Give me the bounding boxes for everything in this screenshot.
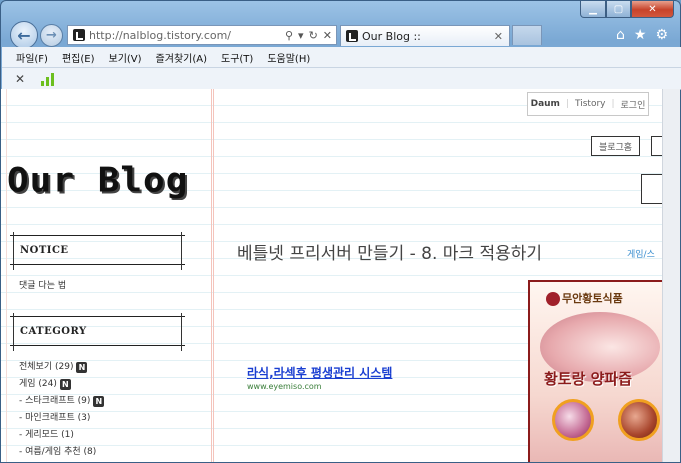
tistory-link[interactable]: Tistory (575, 99, 605, 109)
top-links-box: Daum | Tistory | 로그인 (527, 92, 649, 116)
menu-help[interactable]: 도움말(H) (267, 50, 310, 65)
ad-banner-slogan: 황토랑 양파즙 (544, 370, 633, 388)
menu-file[interactable]: 파일(F) (16, 50, 48, 65)
minimize-button[interactable]: ▁ (580, 1, 606, 18)
close-toolbar-icon[interactable]: ✕ (15, 72, 25, 86)
new-tab-button[interactable] (512, 25, 542, 45)
dropdown-icon[interactable]: ▾ (298, 29, 304, 42)
blog-title[interactable]: Our Blog (7, 161, 188, 200)
maximize-button[interactable]: ▢ (606, 1, 631, 18)
blog-home-label: 블로그홈 (598, 142, 633, 153)
tab-our-blog[interactable]: Our Blog :: ✕ (340, 25, 510, 46)
sidebar-box-partial (641, 174, 662, 204)
ad-link[interactable]: 라식,라섹후 평생관리 시스템 (247, 364, 392, 381)
back-button[interactable]: ← (10, 21, 38, 49)
onion-slice-icon (552, 399, 594, 441)
signal-strength-icon[interactable] (41, 72, 55, 86)
stop-icon[interactable]: ✕ (323, 29, 332, 42)
tistory-favicon-icon (346, 30, 358, 42)
post-category-link[interactable]: 게임/스 (627, 247, 655, 260)
menu-tools[interactable]: 도구(T) (221, 50, 253, 65)
blog-home-button[interactable]: 블로그홈 (591, 136, 640, 156)
browser-tools: ⌂ ★ ⚙ (616, 27, 668, 43)
vertical-scrollbar[interactable] (662, 89, 680, 462)
menu-edit[interactable]: 편집(E) (62, 50, 95, 65)
notice-heading-label: NOTICE (20, 244, 69, 256)
menu-bar: 파일(F) 편집(E) 보기(V) 즐겨찾기(A) 도구(T) 도움말(H) (2, 47, 681, 68)
refresh-icon[interactable]: ↻ (309, 29, 318, 42)
tab-close-icon[interactable]: ✕ (494, 30, 509, 43)
category-heading: CATEGORY (10, 313, 185, 351)
gear-icon[interactable]: ⚙ (655, 27, 668, 43)
notice-item[interactable]: 댓글 다는 법 (19, 278, 66, 291)
category-list: 전체보기 (29) N 게임 (24) N - 스타크래프트 (9) N - 마… (19, 359, 105, 461)
address-bar[interactable]: http://nalblog.tistory.com/ ⚲ ▾ ↻ ✕ (67, 25, 337, 45)
favorites-star-icon[interactable]: ★ (634, 27, 647, 43)
category-item-game-recommend[interactable]: - 여름/게임 추천 (8) (19, 444, 104, 461)
category-item-all[interactable]: 전체보기 (29) N (19, 359, 104, 376)
tistory-favicon-icon (73, 29, 85, 41)
category-item-starcraft[interactable]: - 스타크래프트 (9) N (19, 393, 105, 410)
ad-banner[interactable]: 무안황토식품 황토랑 양파즙 (528, 280, 662, 462)
home-icon[interactable]: ⌂ (616, 27, 625, 43)
tab-title: Our Blog :: (362, 29, 421, 43)
post-title[interactable]: 베틀넷 프리서버 만들기 - 8. 마크 적용하기 (237, 239, 542, 264)
login-link[interactable]: 로그인 (621, 98, 646, 111)
web-page: Daum | Tistory | 로그인 블로그홈 Our Blog NOTIC… (1, 89, 662, 462)
category-item-minecraft[interactable]: - 마인크래프트 (3) (19, 410, 104, 427)
category-item-game[interactable]: 게임 (24) N (19, 376, 104, 393)
onion-bulbs-icon (618, 399, 660, 441)
notice-heading: NOTICE (10, 232, 185, 270)
category-heading-label: CATEGORY (20, 325, 87, 337)
daum-link[interactable]: Daum (531, 99, 560, 109)
arrow-left-icon: ← (17, 25, 31, 45)
ad-banner-brand: 무안황토식품 (546, 290, 623, 306)
brand-logo-icon (546, 292, 560, 306)
caption-buttons: ▁ ▢ ✕ (580, 1, 674, 18)
close-window-button[interactable]: ✕ (631, 1, 674, 18)
sidebar-button-partial[interactable] (651, 136, 662, 156)
menu-favorites[interactable]: 즐겨찾기(A) (156, 50, 207, 65)
notebook-margin-line (211, 89, 214, 462)
forward-button[interactable]: → (40, 24, 63, 47)
search-icon[interactable]: ⚲ (285, 29, 293, 42)
new-badge: N (93, 396, 105, 407)
page-margin-line (1, 89, 7, 462)
category-item-garrysmod[interactable]: - 게리모드 (1) (19, 427, 104, 444)
menu-view[interactable]: 보기(V) (109, 50, 142, 65)
ad-url[interactable]: www.eyemiso.com (247, 382, 322, 391)
new-badge: N (76, 362, 88, 373)
arrow-right-icon: → (46, 28, 57, 43)
new-badge: N (59, 379, 71, 390)
address-url[interactable]: http://nalblog.tistory.com/ (89, 29, 285, 42)
command-bar: ✕ (2, 68, 681, 90)
